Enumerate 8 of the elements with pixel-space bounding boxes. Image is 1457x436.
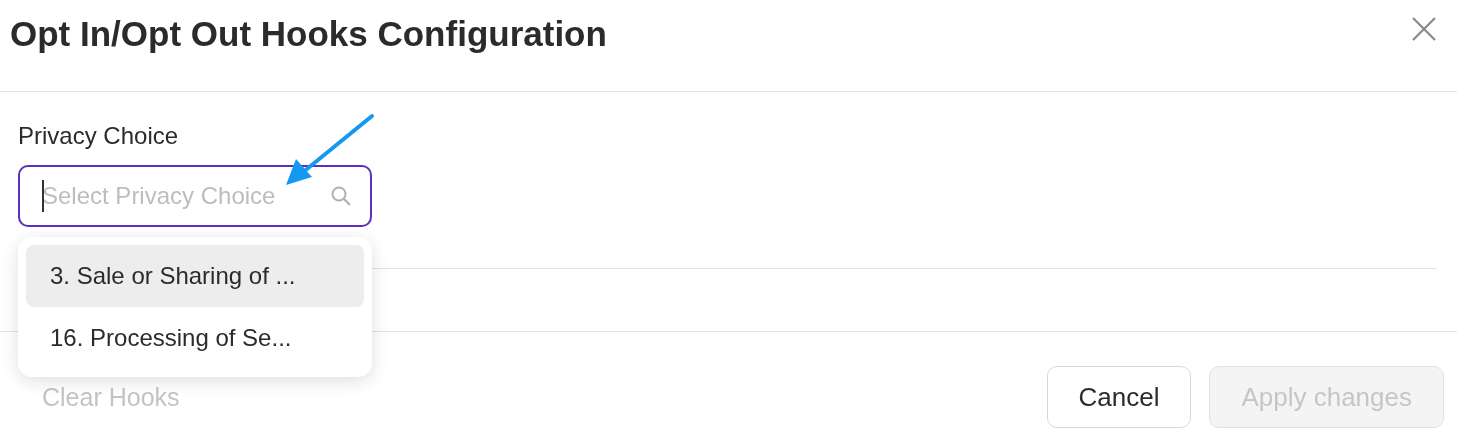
field-label: Privacy Choice (18, 121, 180, 151)
cancel-button[interactable]: Cancel (1046, 366, 1192, 428)
close-icon[interactable] (1411, 16, 1437, 42)
search-icon (330, 185, 352, 207)
search-field[interactable]: Select Privacy Choice (18, 165, 372, 227)
dropdown-option[interactable]: 16. Processing of Se... (26, 307, 364, 369)
dialog-title: Opt In/Opt Out Hooks Configuration (10, 14, 607, 54)
dropdown-option[interactable]: 3. Sale or Sharing of ... (26, 245, 364, 307)
